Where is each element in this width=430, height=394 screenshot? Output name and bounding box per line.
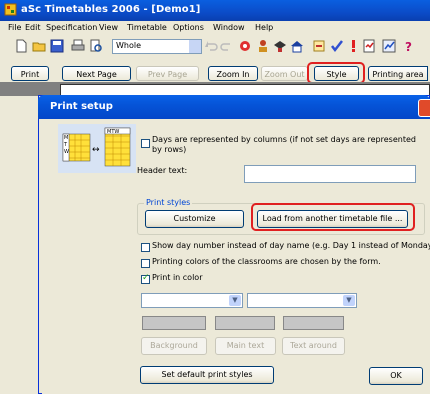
print-icon[interactable] (71, 39, 85, 53)
color-wheel-icon[interactable] (238, 39, 252, 53)
chart-icon[interactable] (382, 39, 396, 53)
menu-edit[interactable]: Edit (25, 23, 41, 32)
report-icon[interactable] (362, 39, 376, 53)
style-combo-left[interactable]: ▼ (141, 293, 243, 308)
main-text-button[interactable]: Main text (215, 337, 276, 355)
print-button[interactable]: Print (11, 66, 49, 81)
printing-colors-checkbox[interactable] (141, 259, 150, 268)
svg-text:?: ? (405, 40, 412, 53)
text-around-color-swatch (283, 316, 344, 330)
days-columns-preview-icon: M T W ↔ MTW (58, 124, 136, 173)
menu-specification[interactable]: Specification (46, 23, 97, 32)
zoom-select-value: Whole (116, 41, 142, 50)
print-in-color-checkbox[interactable] (141, 273, 150, 284)
next-page-button[interactable]: Next Page (62, 66, 131, 81)
days-columns-checkbox[interactable] (141, 139, 150, 148)
chevron-down-icon[interactable] (189, 40, 201, 53)
text-around-button[interactable]: Text around (282, 337, 345, 355)
teachers-icon[interactable] (256, 39, 270, 53)
zoom-in-button[interactable]: Zoom In (208, 66, 258, 81)
toolbar: ? (0, 36, 430, 57)
show-day-number-checkbox[interactable] (141, 243, 150, 252)
menu-help[interactable]: Help (255, 23, 273, 32)
ok-button[interactable]: OK (369, 367, 423, 385)
save-icon[interactable] (50, 39, 64, 53)
header-text-label: Header text: (137, 166, 188, 175)
menu-options[interactable]: Options (173, 23, 204, 32)
print-styles-group-title: Print styles (144, 198, 193, 207)
menu-file[interactable]: File (8, 23, 21, 32)
prev-page-button[interactable]: Prev Page (136, 66, 199, 81)
app-logo-icon (4, 3, 17, 16)
chevron-down-icon[interactable]: ▼ (343, 295, 355, 306)
svg-text:↔: ↔ (92, 145, 100, 155)
chevron-down-icon[interactable]: ▼ (229, 295, 241, 306)
preview-letter-m: M (64, 135, 68, 141)
help-icon[interactable]: ? (402, 39, 416, 53)
set-default-styles-button[interactable]: Set default print styles (140, 366, 274, 384)
generate-icon[interactable] (312, 39, 326, 53)
days-columns-label: Days are represented by columns (if not … (152, 135, 416, 154)
background-button[interactable]: Background (141, 337, 207, 355)
dialog-title: Print setup (50, 101, 113, 112)
print-preview-icon[interactable] (89, 39, 103, 53)
header-text-input[interactable] (244, 165, 416, 183)
load-button-highlight (251, 203, 415, 231)
new-file-icon[interactable] (14, 39, 28, 53)
open-folder-icon[interactable] (32, 39, 46, 53)
check-icon[interactable] (330, 39, 344, 53)
zoom-select[interactable]: Whole (112, 39, 202, 54)
main-text-color-swatch (215, 316, 275, 330)
style-combo-right[interactable]: ▼ (247, 293, 357, 308)
style-button-highlight (307, 62, 365, 84)
dialog-title-bar: Print setup (38, 95, 430, 119)
menu-bar: File Edit Specification View Timetable O… (0, 21, 430, 36)
exclamation-icon[interactable] (346, 39, 360, 53)
app-title-bar: aSc Timetables 2006 - [Demo1] (0, 0, 430, 21)
show-day-number-label: Show day number instead of day name (e.g… (152, 241, 430, 250)
app-title: aSc Timetables 2006 - [Demo1] (21, 4, 201, 15)
redo-icon[interactable] (220, 39, 234, 53)
customize-button[interactable]: Customize (145, 210, 244, 228)
preview-letter-w: W (64, 149, 69, 155)
rooms-icon[interactable] (290, 39, 304, 53)
print-in-color-label: Print in color (152, 273, 203, 282)
background-color-swatch (142, 316, 206, 330)
menu-timetable[interactable]: Timetable (127, 23, 167, 32)
printing-colors-label: Printing colors of the classrooms are ch… (152, 257, 381, 266)
menu-window[interactable]: Window (213, 23, 245, 32)
menu-view[interactable]: View (99, 23, 118, 32)
classes-icon[interactable] (273, 39, 287, 53)
zoom-out-button[interactable]: Zoom Out (261, 66, 308, 81)
preview-header-letters: MTW (107, 129, 119, 135)
printing-area-button[interactable]: Printing area (368, 66, 428, 81)
close-icon[interactable] (418, 99, 430, 117)
undo-icon[interactable] (204, 39, 218, 53)
